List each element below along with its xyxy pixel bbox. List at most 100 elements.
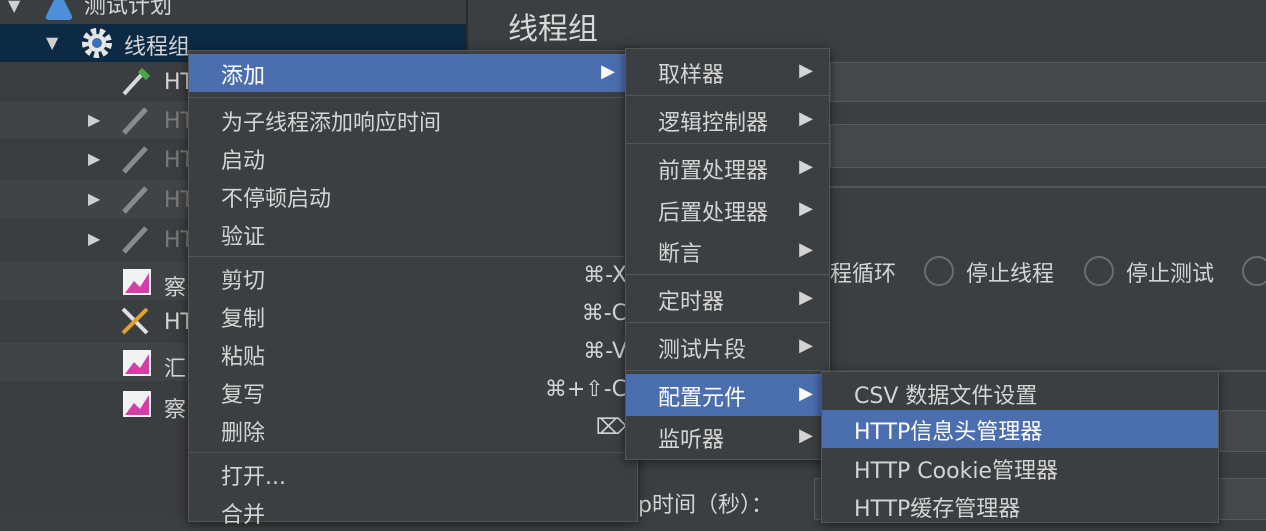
- tree-label: 汇: [164, 357, 187, 382]
- expand-right-icon[interactable]: ▶: [88, 110, 100, 129]
- menu-item-copy[interactable]: 复制 ⌘-C: [189, 297, 637, 335]
- menu-item-label: 打开...: [221, 465, 286, 490]
- menu-item-duplicate[interactable]: 复写 ⌘+⇧-C: [189, 373, 637, 411]
- thread-count-field[interactable]: [1220, 410, 1266, 452]
- submenu-item-logic-controller[interactable]: 逻辑控制器 ▶: [626, 101, 829, 139]
- menu-item-label: 配置元件: [658, 386, 747, 411]
- menu-item-label: 复写: [221, 383, 266, 408]
- chevron-right-icon: ▶: [799, 108, 813, 129]
- expand-down-icon[interactable]: ▼: [46, 33, 58, 52]
- menu-item-label: 添加: [221, 64, 266, 89]
- ramp-up-label: p时间（秒）：: [638, 493, 773, 518]
- pipette-icon: [122, 186, 148, 214]
- flask-icon: [45, 0, 73, 21]
- submenu-item-post-processor[interactable]: 后置处理器 ▶: [626, 191, 829, 229]
- tools-icon: [121, 307, 149, 335]
- tree-label-thread-group: 线程组: [124, 35, 191, 60]
- stop-test-radio[interactable]: [1084, 256, 1114, 286]
- chevron-right-icon: ▶: [799, 239, 813, 260]
- shortcut-label: ⌘-X: [583, 263, 627, 288]
- menu-item-validate[interactable]: 验证: [189, 215, 637, 253]
- stop-test-label: 停止测试: [1126, 262, 1215, 287]
- menu-item-cut[interactable]: 剪切 ⌘-X: [189, 259, 637, 297]
- stop-thread-radio[interactable]: [924, 256, 954, 286]
- comment-field[interactable]: [830, 124, 1266, 168]
- stop-test-now-radio[interactable]: [1242, 256, 1266, 286]
- menu-item-delete[interactable]: 删除 ⌦: [189, 411, 637, 449]
- divider: [830, 186, 1266, 188]
- config-element-submenu: CSV 数据文件设置 HTTP信息头管理器 HTTP Cookie管理器 HTT…: [821, 371, 1219, 523]
- menu-separator: [189, 97, 637, 98]
- menu-item-label: 不停顿启动: [221, 187, 332, 212]
- gear-icon: [82, 28, 112, 58]
- chevron-right-icon: ▶: [799, 383, 813, 404]
- menu-item-label: HTTP Cookie管理器: [854, 459, 1058, 484]
- pipette-icon: [122, 67, 151, 96]
- menu-item-label: 监听器: [658, 428, 725, 453]
- expand-right-icon[interactable]: ▶: [88, 149, 100, 168]
- menu-separator: [626, 322, 829, 323]
- chevron-right-icon: ▶: [799, 60, 813, 81]
- menu-item-label: HTTP信息头管理器: [854, 420, 1043, 445]
- menu-item-add[interactable]: 添加 ▶: [189, 54, 637, 92]
- menu-item-label: 取样器: [658, 63, 725, 88]
- menu-separator: [626, 95, 829, 96]
- menu-item-label: 断言: [658, 242, 703, 267]
- config-item-cache-manager[interactable]: HTTP缓存管理器: [822, 487, 1218, 525]
- menu-item-label: 前置处理器: [658, 159, 769, 184]
- tree-label: 察: [164, 276, 187, 301]
- chevron-right-icon: ▶: [799, 198, 813, 219]
- config-item-csv[interactable]: CSV 数据文件设置: [822, 374, 1218, 412]
- tree-label-test-plan: 测试计划: [84, 0, 173, 19]
- config-item-cookie-manager[interactable]: HTTP Cookie管理器: [822, 449, 1218, 487]
- menu-item-paste[interactable]: 粘贴 ⌘-V: [189, 335, 637, 373]
- submenu-item-config-element[interactable]: 配置元件 ▶: [626, 374, 829, 416]
- submenu-item-timer[interactable]: 定时器 ▶: [626, 280, 829, 318]
- menu-item-label: 测试片段: [658, 338, 747, 363]
- chevron-right-icon: ▶: [799, 425, 813, 446]
- continue-loop-label: 程循环: [830, 262, 897, 287]
- menu-item-start[interactable]: 启动: [189, 139, 637, 177]
- menu-separator: [626, 370, 829, 371]
- menu-item-label: CSV 数据文件设置: [854, 384, 1038, 409]
- menu-separator: [189, 256, 637, 257]
- delete-key-icon: ⌦: [595, 415, 627, 440]
- expand-right-icon[interactable]: ▶: [88, 189, 100, 208]
- menu-separator: [626, 274, 829, 275]
- chevron-right-icon: ▶: [799, 287, 813, 308]
- config-item-header-manager[interactable]: HTTP信息头管理器: [822, 410, 1218, 448]
- submenu-item-pre-processor[interactable]: 前置处理器 ▶: [626, 149, 829, 187]
- tree-row-test-plan[interactable]: ▼ 测试计划: [0, 0, 466, 24]
- panel-title: 线程组: [508, 12, 598, 47]
- name-field[interactable]: [830, 62, 1266, 102]
- submenu-item-assertion[interactable]: 断言 ▶: [626, 232, 829, 270]
- expand-right-icon[interactable]: ▶: [88, 229, 100, 248]
- menu-item-label: 粘贴: [221, 345, 266, 370]
- stop-thread-label: 停止线程: [966, 262, 1055, 287]
- menu-item-label: 复制: [221, 307, 266, 332]
- listener-chart-icon: [123, 350, 151, 376]
- chevron-right-icon: ▶: [601, 61, 615, 82]
- menu-item-label: 合并: [221, 503, 266, 528]
- menu-item-label: 验证: [221, 225, 266, 250]
- context-menu: 添加 ▶ 为子线程添加响应时间 启动 不停顿启动 验证 剪切 ⌘-X 复制 ⌘-…: [188, 50, 638, 528]
- menu-item-label: 剪切: [221, 269, 266, 294]
- menu-item-label: 删除: [221, 421, 266, 446]
- menu-item-label: 启动: [221, 149, 266, 174]
- chevron-right-icon: ▶: [799, 335, 813, 356]
- expand-down-icon[interactable]: ▼: [8, 0, 20, 15]
- tree-label: 察: [164, 398, 187, 423]
- menu-item-merge[interactable]: 合并: [189, 493, 637, 531]
- submenu-item-test-fragment[interactable]: 测试片段 ▶: [626, 328, 829, 366]
- menu-item-label: 定时器: [658, 290, 725, 315]
- listener-chart-icon: [123, 269, 151, 295]
- shortcut-label: ⌘-V: [583, 339, 627, 364]
- submenu-item-listener[interactable]: 监听器 ▶: [626, 418, 829, 456]
- menu-item-add-think-time[interactable]: 为子线程添加响应时间: [189, 101, 637, 139]
- menu-item-start-no-pause[interactable]: 不停顿启动: [189, 177, 637, 215]
- menu-item-open[interactable]: 打开...: [189, 455, 637, 493]
- menu-item-label: 为子线程添加响应时间: [221, 111, 442, 136]
- submenu-item-sampler[interactable]: 取样器 ▶: [626, 53, 829, 91]
- menu-separator: [189, 452, 637, 453]
- chevron-right-icon: ▶: [799, 156, 813, 177]
